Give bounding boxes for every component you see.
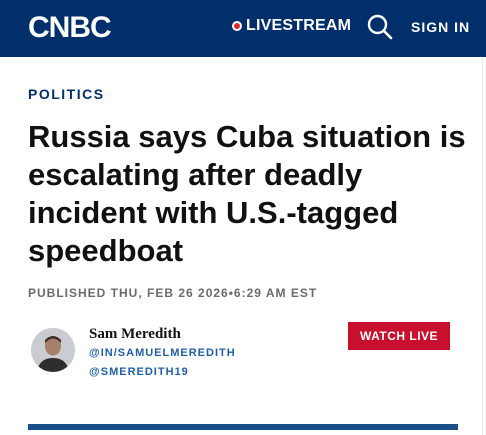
author-name[interactable]: Sam Meredith	[89, 326, 181, 343]
livestream-link[interactable]: LIVESTREAM	[232, 17, 351, 35]
author-twitter-link[interactable]: @SMEREDITH19	[89, 366, 189, 378]
published-timestamp: PUBLISHED THU, FEB 26 2026•6:29 AM EST	[28, 286, 318, 300]
section-divider	[28, 424, 458, 430]
top-navigation-bar: CNBC LIVESTREAM SIGN IN	[0, 0, 486, 57]
livestream-label: LIVESTREAM	[246, 17, 352, 34]
sign-in-link[interactable]: SIGN IN	[411, 19, 470, 35]
author-avatar[interactable]	[31, 328, 75, 372]
author-photo-icon	[31, 328, 75, 372]
watch-live-button[interactable]: WATCH LIVE	[348, 322, 450, 350]
category-link[interactable]: POLITICS	[28, 86, 105, 102]
cnbc-logo[interactable]: CNBC	[28, 12, 112, 44]
page-edge-divider	[482, 57, 483, 435]
search-button[interactable]	[366, 13, 394, 41]
live-dot-icon	[232, 21, 242, 31]
search-icon	[367, 14, 393, 40]
article-headline: Russia says Cuba situation is escalating…	[28, 119, 466, 268]
author-linkedin-link[interactable]: @IN/SAMUELMEREDITH	[89, 347, 236, 359]
